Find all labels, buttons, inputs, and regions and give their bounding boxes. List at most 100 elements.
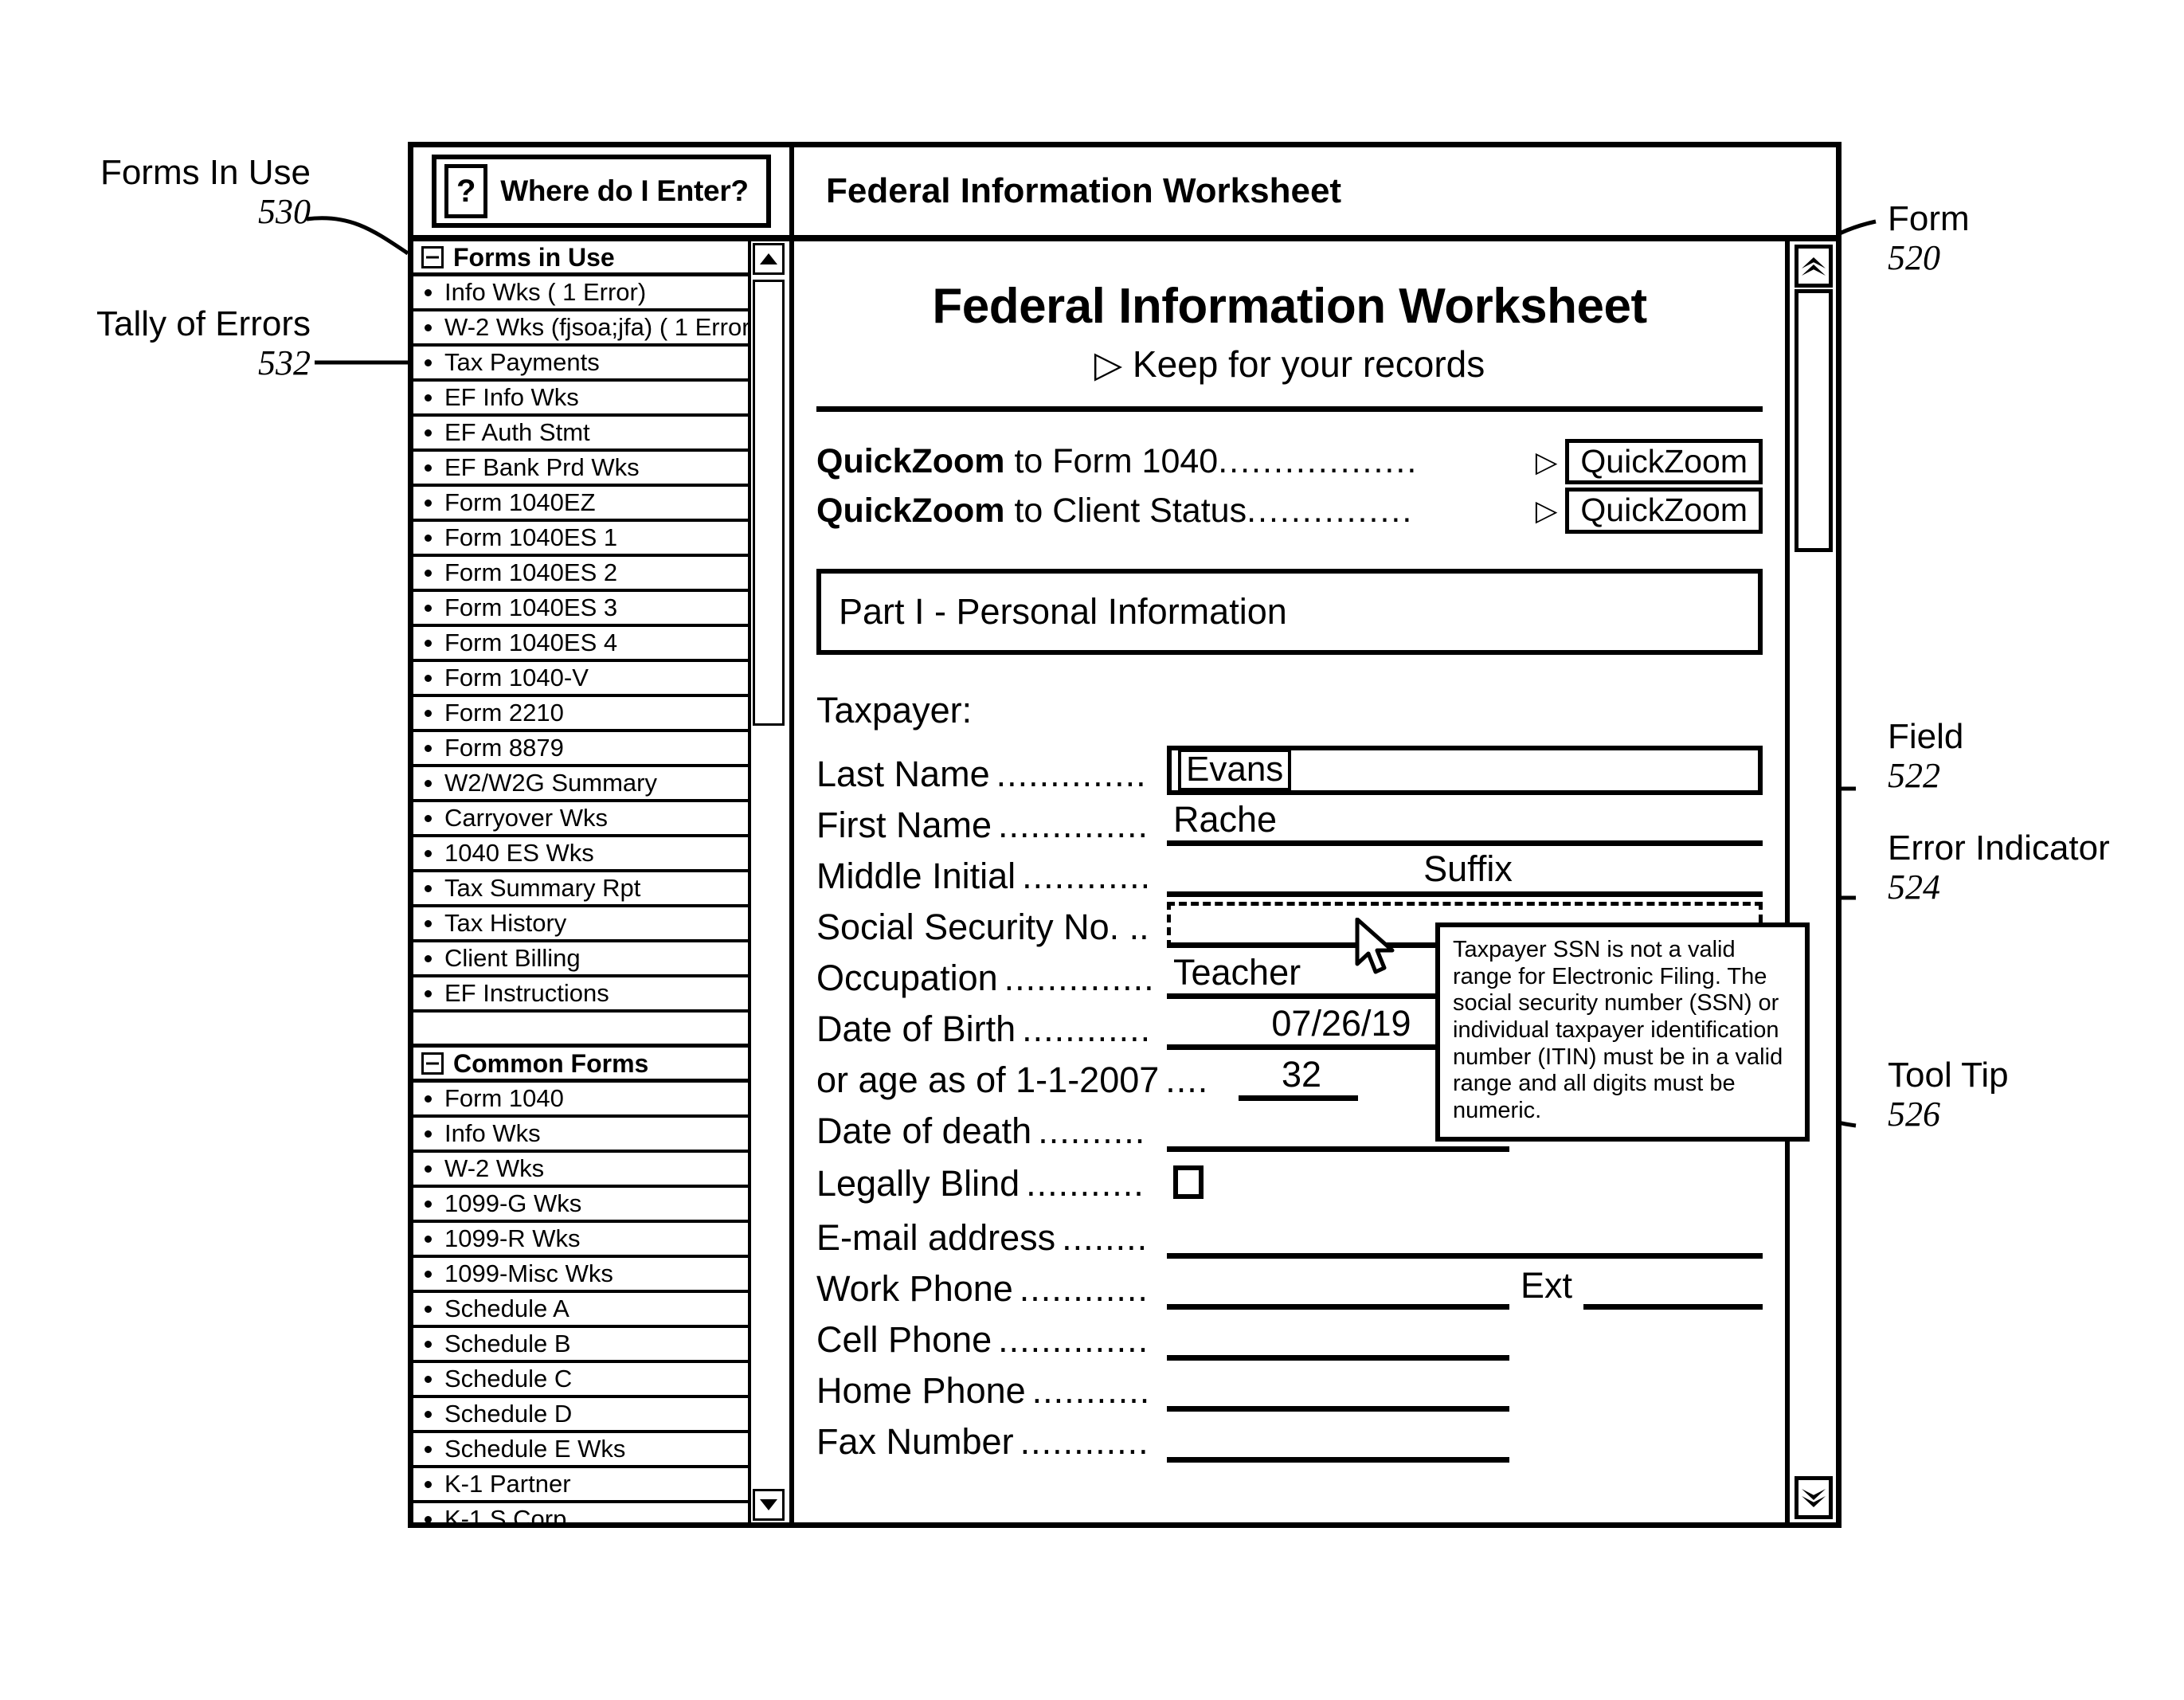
triangle-down-icon[interactable] xyxy=(753,1489,785,1521)
sidebar-form-label: Info Wks ( 1 Error) xyxy=(444,278,647,306)
sidebar-form-item[interactable]: Tax Summary Rpt xyxy=(413,872,748,907)
work-phone-input[interactable] xyxy=(1167,1265,1509,1310)
bullet-icon xyxy=(425,1445,432,1453)
sidebar-group-header[interactable]: Common Forms xyxy=(413,1048,748,1083)
sidebar-form-item[interactable]: Client Billing xyxy=(413,942,748,977)
sidebar-form-label: W-2 Wks (fjsoa;jfa) ( 1 Error) xyxy=(444,313,748,341)
sidebar-scroll-thumb[interactable] xyxy=(753,280,785,726)
date-of-death-label: Date of death .......... xyxy=(816,1110,1146,1151)
double-chevron-down-icon[interactable] xyxy=(1795,1476,1833,1519)
sidebar-form-label: Form 1040ES 1 xyxy=(444,523,618,551)
cell-phone-input[interactable] xyxy=(1167,1316,1509,1361)
age-input[interactable]: 32 xyxy=(1239,1056,1358,1101)
fax-number-input[interactable] xyxy=(1167,1418,1509,1463)
callout-label: Forms In Use xyxy=(100,153,311,192)
sidebar-form-item[interactable]: EF Instructions xyxy=(413,977,748,1013)
sidebar-form-item[interactable]: 1099-R Wks xyxy=(413,1223,748,1258)
date-of-birth-value: 07/26/19 xyxy=(1271,1002,1411,1044)
bullet-icon xyxy=(425,499,432,507)
sidebar-form-item[interactable]: Info Wks xyxy=(413,1118,748,1153)
legally-blind-checkbox[interactable] xyxy=(1173,1165,1204,1199)
callout-number: 526 xyxy=(1888,1095,1940,1134)
sidebar-form-item[interactable]: Form 2210 xyxy=(413,697,748,732)
sidebar-form-item[interactable]: W-2 Wks xyxy=(413,1153,748,1188)
divider-top xyxy=(816,406,1763,412)
sidebar-form-item[interactable]: Schedule E Wks xyxy=(413,1433,748,1468)
ext-input[interactable] xyxy=(1583,1265,1763,1310)
sidebar-form-item[interactable]: Form 1040-V xyxy=(413,662,748,697)
toolbar: ? Where do I Enter? Federal Information … xyxy=(413,147,1836,241)
error-tooltip: Taxpayer SSN is not a valid range for El… xyxy=(1435,922,1810,1142)
bullet-icon xyxy=(425,814,432,822)
field-row-middle-initial: Middle Initial ............ Suffix xyxy=(816,848,1763,897)
cell-phone-label: Cell Phone .............. xyxy=(816,1318,1149,1360)
bullet-icon xyxy=(425,1095,432,1103)
sidebar-form-item[interactable]: Tax Payments xyxy=(413,347,748,382)
worksheet-title: Federal Information Worksheet xyxy=(932,279,1647,334)
sidebar-form-item[interactable]: 1099-G Wks xyxy=(413,1188,748,1223)
sidebar-form-item[interactable]: Tax History xyxy=(413,907,748,942)
worksheet-subtitle: ▷ Keep for your records xyxy=(816,343,1763,386)
double-chevron-up-icon[interactable] xyxy=(1795,245,1833,288)
sidebar-form-item[interactable]: Schedule B xyxy=(413,1328,748,1363)
sidebar-form-label: EF Bank Prd Wks xyxy=(444,453,640,481)
subtitle-marker-icon: ▷ xyxy=(1094,343,1123,385)
sidebar-scrollbar[interactable] xyxy=(751,241,789,1522)
sidebar-form-item[interactable]: Schedule A xyxy=(413,1293,748,1328)
sidebar-form-item[interactable]: EF Auth Stmt xyxy=(413,417,748,452)
sidebar-form-item[interactable]: 1099-Misc Wks xyxy=(413,1258,748,1293)
where-do-i-enter-button[interactable]: ? Where do I Enter? xyxy=(432,155,771,228)
first-name-input[interactable]: Rache xyxy=(1167,801,1763,846)
form-scroll-thumb[interactable] xyxy=(1795,289,1833,552)
collapse-minus-icon[interactable] xyxy=(421,245,444,268)
last-name-input[interactable]: Evans xyxy=(1167,745,1763,795)
part-1-header: Part I - Personal Information xyxy=(816,568,1763,655)
sidebar-form-item[interactable]: 1040 ES Wks xyxy=(413,837,748,872)
bullet-icon xyxy=(425,604,432,612)
triangle-up-icon[interactable] xyxy=(753,243,785,275)
sidebar-form-item[interactable]: Schedule D xyxy=(413,1398,748,1433)
age-label: or age as of 1-1-2007 .... xyxy=(816,1059,1209,1100)
sidebar-group-header[interactable]: Forms in Use xyxy=(413,241,748,276)
sidebar-form-item[interactable]: Form 1040 xyxy=(413,1083,748,1118)
sidebar-form-item[interactable]: Form 1040EZ xyxy=(413,487,748,522)
sidebar-form-label: K-1 Partner xyxy=(444,1470,571,1498)
middle-initial-label: Middle Initial ............ xyxy=(816,855,1152,896)
sidebar-form-item[interactable]: Form 1040ES 1 xyxy=(413,522,748,557)
sidebar-form-item[interactable]: EF Bank Prd Wks xyxy=(413,452,748,487)
sidebar-form-label: 1099-Misc Wks xyxy=(444,1259,613,1287)
quickzoom-client-status-button[interactable]: QuickZoom xyxy=(1565,488,1763,534)
sidebar-form-item[interactable]: K-1 Partner xyxy=(413,1468,748,1503)
sidebar-form-item[interactable]: Info Wks ( 1 Error) xyxy=(413,276,748,311)
field-row-first-name: First Name .............. Rache xyxy=(816,797,1763,846)
email-input[interactable] xyxy=(1167,1214,1763,1259)
quickzoom-section: QuickZoom to Form 1040 .................… xyxy=(816,439,1763,534)
sidebar-form-label: Schedule D xyxy=(444,1400,573,1428)
collapse-minus-icon[interactable] xyxy=(421,1052,444,1075)
sidebar-form-item[interactable]: EF Info Wks xyxy=(413,382,748,417)
sidebar-form-item[interactable]: Form 1040ES 3 xyxy=(413,592,748,627)
middle-initial-input[interactable]: Suffix xyxy=(1167,848,1763,897)
bullet-icon xyxy=(425,1130,432,1138)
sidebar-form-item[interactable]: W2/W2G Summary xyxy=(413,767,748,802)
bullet-icon xyxy=(425,919,432,927)
home-phone-input[interactable] xyxy=(1167,1367,1509,1412)
sidebar-form-item[interactable]: Form 8879 xyxy=(413,732,748,767)
sidebar-form-label: 1099-R Wks xyxy=(444,1224,581,1252)
sidebar-form-item[interactable]: W-2 Wks (fjsoa;jfa) ( 1 Error) xyxy=(413,311,748,347)
sidebar-form-label: Schedule C xyxy=(444,1365,573,1393)
sidebar-form-item[interactable]: Form 1040ES 4 xyxy=(413,627,748,662)
quickzoom-1040-button[interactable]: QuickZoom xyxy=(1565,439,1763,485)
callout-tally-of-errors: Tally of Errors 532 xyxy=(64,304,311,383)
mouse-cursor-icon xyxy=(1355,918,1395,974)
sidebar-form-item[interactable]: Carryover Wks xyxy=(413,802,748,837)
sidebar-form-item[interactable]: Schedule C xyxy=(413,1363,748,1398)
sidebar-form-label: K-1 S Corp xyxy=(444,1505,567,1522)
triangle-marker-icon: ▷ xyxy=(1535,494,1558,527)
forms-list[interactable]: Forms in Use Info Wks ( 1 Error) W-2 Wks (… xyxy=(413,241,751,1522)
callout-number: 520 xyxy=(1888,238,1940,278)
form-scrollbar[interactable] xyxy=(1785,241,1836,1522)
sidebar-form-item[interactable]: Form 1040ES 2 xyxy=(413,557,748,592)
sidebar-form-item[interactable]: K-1 S Corp xyxy=(413,1503,748,1522)
sidebar-form-label: Schedule B xyxy=(444,1330,571,1357)
